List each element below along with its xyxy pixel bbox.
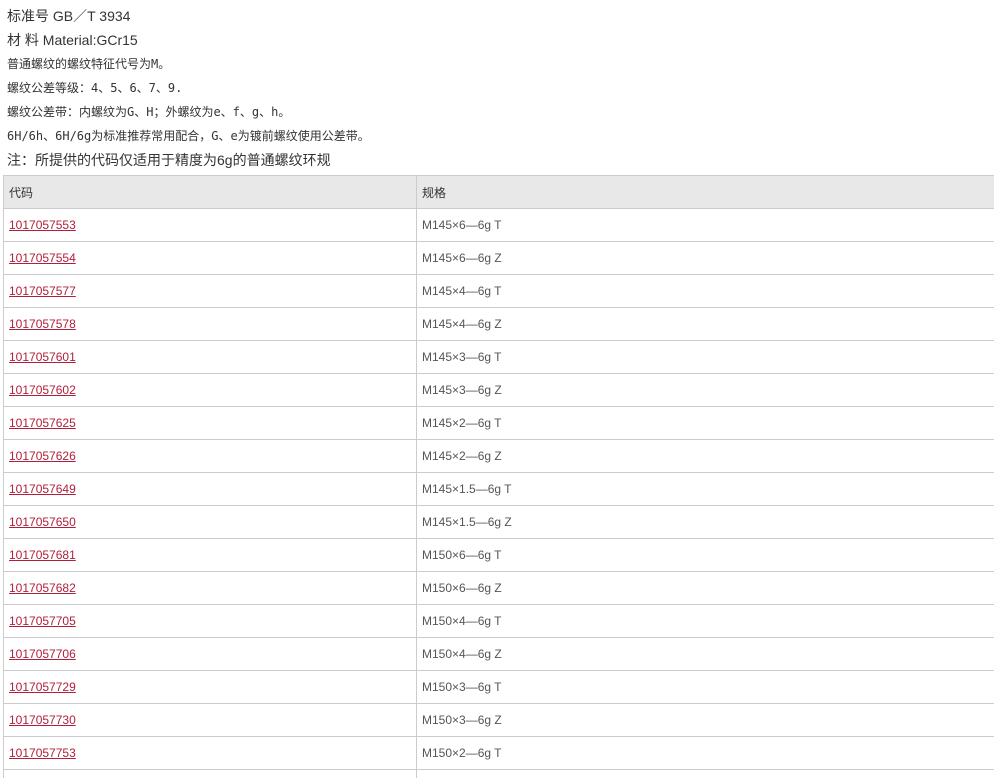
code-cell <box>3 769 417 778</box>
table-row: 1017057681 M150×6—6g T <box>3 538 994 572</box>
spec-cell: M145×4—6g T <box>416 274 994 308</box>
spec-cell: M150×6—6g T <box>416 538 994 572</box>
table-row: 1017057554 M145×6—6g Z <box>3 241 994 275</box>
code-link[interactable]: 1017057682 <box>9 581 76 595</box>
table-row: 1017057601 M145×3—6g T <box>3 340 994 374</box>
table-row: 1017057682 M150×6—6g Z <box>3 571 994 605</box>
table-body: 1017057553 M145×6—6g T 1017057554 M145×6—6… <box>3 208 994 778</box>
table-row: 1017057753 M150×2—6g T <box>3 736 994 770</box>
table-row: 1017057650 M145×1.5—6g Z <box>3 505 994 539</box>
code-link[interactable]: 1017057578 <box>9 317 76 331</box>
spec-cell: M145×3—6g T <box>416 340 994 374</box>
code-link[interactable]: 1017057753 <box>9 746 76 760</box>
code-link[interactable]: 1017057705 <box>9 614 76 628</box>
table-row <box>3 769 994 778</box>
thread-code-note: 普通螺纹的螺纹特征代号为M。 <box>7 57 171 71</box>
material: 材 料 Material:GCr15 <box>7 32 138 48</box>
code-cell: 1017057730 <box>3 703 417 737</box>
code-link[interactable]: 1017057553 <box>9 218 76 232</box>
code-cell: 1017057625 <box>3 406 417 440</box>
spec-cell: M145×1.5—6g Z <box>416 505 994 539</box>
code-cell: 1017057753 <box>3 736 417 770</box>
table-row: 1017057730 M150×3—6g Z <box>3 703 994 737</box>
code-cell: 1017057682 <box>3 571 417 605</box>
spec-cell: M145×2—6g Z <box>416 439 994 473</box>
code-cell: 1017057705 <box>3 604 417 638</box>
code-cell: 1017057578 <box>3 307 417 341</box>
fit-recommendation-note: 6H/6h、6H/6g为标准推荐常用配合，G、e为镀前螺纹使用公差带。 <box>7 129 370 143</box>
table-row: 1017057553 M145×6—6g T <box>3 208 994 242</box>
code-cell: 1017057649 <box>3 472 417 506</box>
code-cell: 1017057729 <box>3 670 417 704</box>
code-cell: 1017057553 <box>3 208 417 242</box>
spec-cell: M145×4—6g Z <box>416 307 994 341</box>
spec-cell <box>416 769 994 778</box>
product-info: 标准号 GB／T 3934 材 料 Material:GCr15 普通螺纹的螺纹… <box>7 4 987 172</box>
code-cell: 1017057602 <box>3 373 417 407</box>
code-cell: 1017057681 <box>3 538 417 572</box>
spec-cell: M145×2—6g T <box>416 406 994 440</box>
table-row: 1017057626 M145×2—6g Z <box>3 439 994 473</box>
table-row: 1017057729 M150×3—6g T <box>3 670 994 704</box>
code-link[interactable]: 1017057625 <box>9 416 76 430</box>
spec-cell: M150×6—6g Z <box>416 571 994 605</box>
code-cell: 1017057650 <box>3 505 417 539</box>
table-row: 1017057625 M145×2—6g T <box>3 406 994 440</box>
code-link[interactable]: 1017057681 <box>9 548 76 562</box>
code-cell: 1017057706 <box>3 637 417 671</box>
header-spec: 规格 <box>416 175 994 209</box>
header-code: 代码 <box>3 175 417 209</box>
spec-cell: M150×3—6g Z <box>416 703 994 737</box>
code-link[interactable]: 1017057554 <box>9 251 76 265</box>
code-link[interactable]: 1017057577 <box>9 284 76 298</box>
code-link[interactable]: 1017057649 <box>9 482 76 496</box>
code-link[interactable]: 1017057706 <box>9 647 76 661</box>
tolerance-grade-note: 螺纹公差等级：4、5、6、7、9. <box>7 81 183 95</box>
code-link[interactable]: 1017057601 <box>9 350 76 364</box>
spec-cell: M145×1.5—6g T <box>416 472 994 506</box>
code-link[interactable]: 1017057602 <box>9 383 76 397</box>
standard-number: 标准号 GB／T 3934 <box>7 8 131 24</box>
spec-table: 代码 规格 1017057553 M145×6—6g T 1017057554 M1… <box>3 175 994 778</box>
code-cell: 1017057554 <box>3 241 417 275</box>
table-row: 1017057705 M150×4—6g T <box>3 604 994 638</box>
spec-cell: M145×3—6g Z <box>416 373 994 407</box>
table-row: 1017057577 M145×4—6g T <box>3 274 994 308</box>
code-applicability-note: 注：所提供的代码仅适用于精度为6g的普通螺纹环规 <box>7 152 331 168</box>
tolerance-zone-note: 螺纹公差带：内螺纹为G、H；外螺纹为e、f、g、h。 <box>7 105 291 119</box>
table-row: 1017057649 M145×1.5—6g T <box>3 472 994 506</box>
spec-cell: M145×6—6g Z <box>416 241 994 275</box>
spec-cell: M150×4—6g Z <box>416 637 994 671</box>
code-link[interactable]: 1017057626 <box>9 449 76 463</box>
spec-cell: M150×2—6g T <box>416 736 994 770</box>
spec-cell: M150×3—6g T <box>416 670 994 704</box>
table-row: 1017057578 M145×4—6g Z <box>3 307 994 341</box>
table-header-row: 代码 规格 <box>3 175 994 209</box>
code-link[interactable]: 1017057729 <box>9 680 76 694</box>
code-cell: 1017057626 <box>3 439 417 473</box>
code-link[interactable]: 1017057730 <box>9 713 76 727</box>
table-row: 1017057602 M145×3—6g Z <box>3 373 994 407</box>
code-link[interactable]: 1017057650 <box>9 515 76 529</box>
spec-cell: M150×4—6g T <box>416 604 994 638</box>
table-row: 1017057706 M150×4—6g Z <box>3 637 994 671</box>
spec-cell: M145×6—6g T <box>416 208 994 242</box>
code-cell: 1017057577 <box>3 274 417 308</box>
code-cell: 1017057601 <box>3 340 417 374</box>
